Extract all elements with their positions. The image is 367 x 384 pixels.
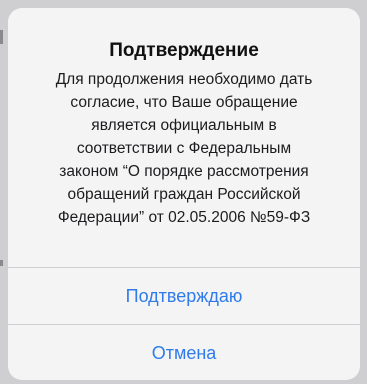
- confirmation-alert: Подтверждение Для продолжения необходимо…: [8, 8, 360, 380]
- alert-message-line: Федерации” от 02.05.2006 №59-ФЗ: [57, 209, 311, 226]
- alert-message-line: соответствии с Федеральным: [76, 140, 292, 157]
- background-edge-mark: [0, 260, 3, 266]
- alert-message: Для продолжения необходимо дать согласие…: [8, 68, 360, 229]
- alert-message-line: является официальным в: [91, 117, 277, 134]
- confirm-button[interactable]: Подтверждаю: [8, 268, 360, 324]
- alert-message-line: законом “О порядке рассмотрения: [59, 163, 309, 180]
- background-edge-mark: [0, 30, 3, 44]
- alert-message-line: обращений граждан Российской: [67, 186, 301, 203]
- alert-message-line: Для продолжения необходимо дать: [55, 71, 313, 88]
- alert-title: Подтверждение: [109, 40, 259, 61]
- alert-content: Подтверждение Для продолжения необходимо…: [8, 8, 360, 267]
- cancel-button[interactable]: Отмена: [8, 325, 360, 380]
- alert-message-line: согласие, что Ваше обращение: [70, 94, 298, 111]
